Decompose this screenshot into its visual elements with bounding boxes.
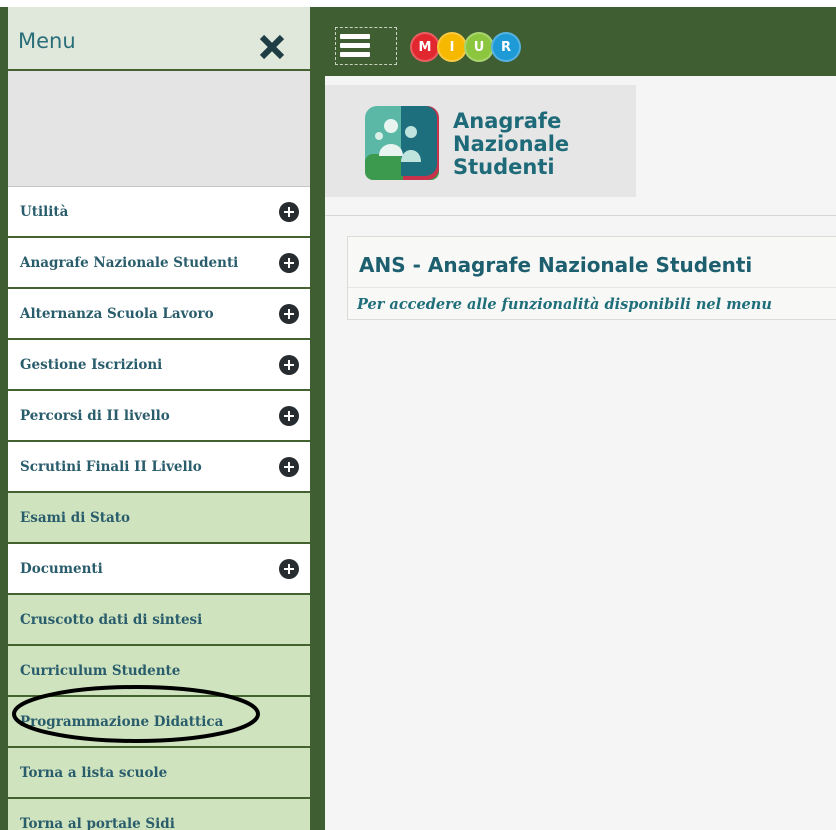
expand-plus-icon[interactable] [279,559,299,579]
sidebar-item-label: Alternanza Scuola Lavoro [20,306,214,322]
sidebar-item[interactable]: Esami di Stato [8,493,310,544]
content-divider [325,215,836,216]
top-bar: MIUR [312,7,836,76]
brand-title-line: Nazionale [453,132,570,156]
expand-plus-icon[interactable] [279,457,299,477]
expand-plus-icon[interactable] [279,304,299,324]
sidebar-item-label: Documenti [20,561,103,577]
logo-letter: R [491,32,521,62]
sidebar-item-label: Anagrafe Nazionale Studenti [20,255,239,271]
hamburger-menu-icon[interactable] [335,27,397,65]
miur-logo: MIUR [410,32,521,66]
brand-title: Anagrafe Nazionale Studenti [453,110,623,179]
sidebar-item-label: Esami di Stato [20,510,130,526]
sidebar-item-label: Torna al portale Sidi [20,816,175,830]
highlight-ellipse-annotation [12,685,260,743]
sidebar-item-label: Scrutini Finali II Livello [20,459,202,475]
brand-title-line: Anagrafe [453,109,562,133]
sidebar-item-label: Curriculum Studente [20,663,181,679]
expand-plus-icon[interactable] [279,202,299,222]
sidebar-item-label: Gestione Iscrizioni [20,357,163,373]
sidebar-item[interactable]: Percorsi di II livello [8,391,310,442]
logo-letter: U [464,32,494,62]
page-subtitle: Per accedere alle funzionalità disponibi… [357,296,772,313]
close-x-icon[interactable] [258,33,286,61]
menu-spacer [8,71,310,187]
sidebar-item[interactable]: Alternanza Scuola Lavoro [8,289,310,340]
welcome-panel: ANS - Anagrafe Nazionale Studenti Per ac… [347,236,836,320]
expand-plus-icon[interactable] [279,406,299,426]
sidebar-item[interactable]: Gestione Iscrizioni [8,340,310,391]
sidebar-item[interactable]: Anagrafe Nazionale Studenti [8,238,310,289]
students-group-icon [365,106,439,180]
sidebar-item[interactable]: Documenti [8,544,310,595]
menu-title: Menu [18,29,76,53]
expand-plus-icon[interactable] [279,355,299,375]
logo-letter: M [410,32,440,62]
sidebar-item[interactable]: Cruscotto dati di sintesi [8,595,310,646]
expand-plus-icon[interactable] [279,253,299,273]
page-title: ANS - Anagrafe Nazionale Studenti [359,253,753,277]
logo-letter: I [437,32,467,62]
brand-title-line: Studenti [453,155,555,179]
sidebar-item-label: Utilità [20,204,69,220]
sidebar-item-label: Percorsi di II livello [20,408,170,424]
sidebar-item[interactable]: Torna a lista scuole [8,748,310,799]
sidebar-item[interactable]: Utilità [8,187,310,238]
main-content: Anagrafe Nazionale Studenti ANS - Anagrafe… [325,76,836,830]
sidebar-item-label: Cruscotto dati di sintesi [20,612,203,628]
sidebar-item-label: Torna a lista scuole [20,765,168,781]
sidebar-item[interactable]: Torna al portale Sidi [8,799,310,830]
menu-header: Menu [8,7,310,71]
brand-box: Anagrafe Nazionale Studenti [325,85,636,197]
sidebar-item[interactable]: Scrutini Finali II Livello [8,442,310,493]
panel-separator [348,287,836,288]
